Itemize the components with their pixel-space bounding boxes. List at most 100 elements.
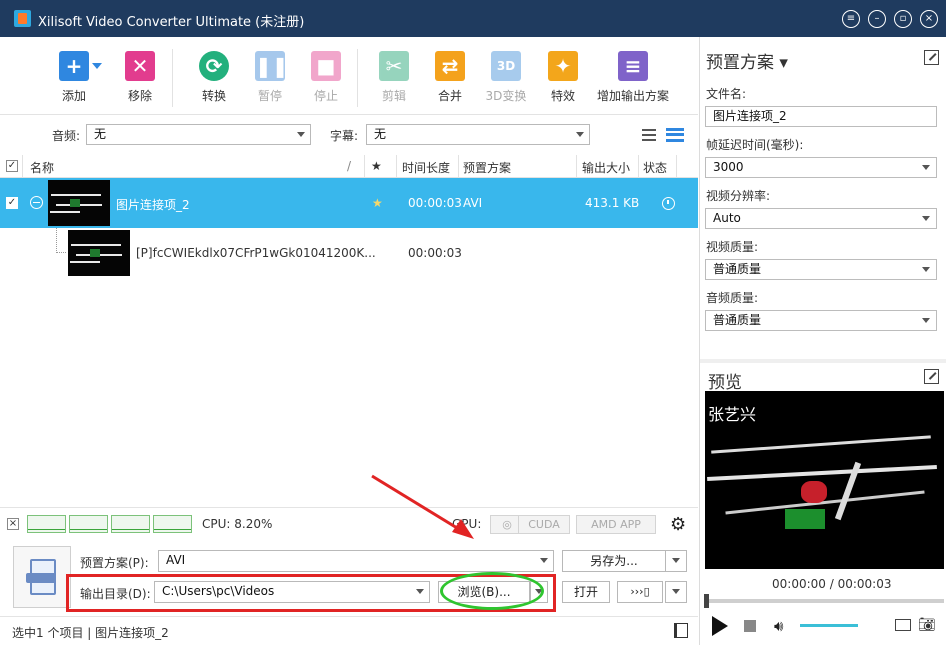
add-button[interactable]: + 添加 [52, 51, 96, 104]
app-logo-icon [14, 10, 31, 27]
resolution-select[interactable]: Auto [705, 208, 937, 229]
expand-icon[interactable] [924, 50, 939, 65]
preview-caption: 张艺兴 [708, 405, 757, 424]
table-row[interactable]: [P]fcCWIEkdlx07CFrP1wGk01041200K... 00:0… [0, 228, 698, 278]
star-icon[interactable]: ★ [372, 196, 383, 210]
convert-icon: ⟳ [199, 51, 229, 81]
gear-icon[interactable]: ⚙ [670, 514, 686, 535]
column-divider [576, 155, 577, 178]
profile-panel-title[interactable]: 预置方案 ▾ [706, 48, 788, 73]
snapshot-folder-icon[interactable] [895, 619, 911, 631]
video-quality-value: 普通质量 [713, 262, 762, 276]
volume-slider[interactable] [800, 624, 858, 627]
save-as-dropdown[interactable] [665, 550, 687, 572]
minimize-icon[interactable]: – [868, 10, 886, 28]
column-size[interactable]: 输出大小 [582, 159, 630, 176]
chevron-down-icon [922, 318, 930, 323]
expand-icon[interactable] [924, 369, 939, 384]
column-divider [396, 155, 397, 178]
row-duration: 00:00:03 [408, 196, 462, 210]
stop-button[interactable]: ■ 停止 [308, 51, 344, 104]
seek-handle[interactable] [704, 594, 709, 608]
row-name: 图片连接项_2 [116, 198, 190, 212]
save-as-button[interactable]: 另存为... [562, 550, 666, 572]
audio-quality-label: 音频质量: [706, 291, 759, 305]
add-profile-button[interactable]: ≡ 增加输出方案 [594, 51, 672, 104]
add-dropdown-icon[interactable] [92, 63, 102, 69]
video-thumbnail [68, 230, 130, 276]
menu-icon[interactable]: ≡ [842, 10, 860, 28]
video-quality-label: 视频质量: [706, 240, 759, 254]
preview-title: 预览 [708, 373, 742, 393]
add-icon: + [59, 51, 89, 81]
effects-button[interactable]: ✦ 特效 [545, 51, 581, 104]
clock-icon [662, 197, 675, 210]
column-divider [676, 155, 677, 178]
collapse-icon[interactable] [30, 196, 43, 209]
convert-button[interactable]: ⟳ 转换 [196, 51, 232, 104]
seek-bar[interactable] [705, 599, 944, 603]
profile-value: AVI [166, 553, 186, 567]
audio-quality-select[interactable]: 普通质量 [705, 310, 937, 331]
toolbar-divider [357, 49, 358, 107]
subtitle-label: 字幕: [330, 129, 359, 143]
cuda-button[interactable]: CUDA [518, 515, 570, 534]
detail-view-icon[interactable] [666, 128, 684, 142]
column-divider [364, 155, 365, 178]
chevron-down-icon [922, 267, 930, 272]
subtitle-select[interactable]: 无 [366, 124, 590, 145]
transfer-device-button[interactable]: ›››▯ [617, 581, 663, 603]
filename-label: 文件名: [706, 87, 747, 101]
column-name[interactable]: 名称 [30, 159, 54, 176]
play-icon[interactable] [712, 616, 728, 636]
audio-value: 无 [94, 127, 107, 141]
gpu-label: GPU: [452, 517, 482, 531]
3d-button[interactable]: 3D 3D变换 [484, 51, 528, 104]
column-duration[interactable]: 时间长度 [402, 159, 450, 176]
select-all-checkbox[interactable]: ✓ [6, 160, 18, 172]
delay-select[interactable]: 3000 [705, 157, 937, 178]
column-divider [22, 155, 23, 178]
list-view-icon[interactable] [642, 129, 656, 141]
pause-label: 暂停 [257, 89, 282, 103]
star-column-icon[interactable]: ★ [371, 159, 382, 173]
remove-button[interactable]: ✕ 移除 [120, 51, 160, 104]
camera-icon[interactable]: 📷︎ [918, 617, 936, 633]
open-button[interactable]: 打开 [562, 581, 610, 603]
resolution-value: Auto [713, 211, 741, 225]
profile-label: 预置方案(P): [80, 556, 149, 570]
edit-name-icon[interactable]: / [347, 159, 351, 173]
log-icon[interactable] [674, 623, 688, 638]
merge-button[interactable]: ⇄ 合并 [432, 51, 468, 104]
profile-select[interactable]: AVI [158, 550, 554, 572]
video-quality-select[interactable]: 普通质量 [705, 259, 937, 280]
delay-value: 3000 [713, 160, 744, 174]
title-bar: Xilisoft Video Converter Ultimate (未注册) … [0, 0, 946, 37]
convert-label: 转换 [201, 89, 226, 103]
stop-label: 停止 [313, 89, 338, 103]
toolbar-divider [172, 49, 173, 107]
stop-icon[interactable] [744, 620, 756, 632]
list-header: ✓ 名称 / ★ 时间长度 预置方案 输出大小 状态 [0, 155, 698, 178]
chevron-down-icon [922, 165, 930, 170]
close-monitor-icon[interactable]: × [7, 518, 19, 530]
chevron-down-icon [576, 132, 584, 137]
3d-label: 3D变换 [485, 89, 527, 103]
clip-button[interactable]: ✂ 剪辑 [376, 51, 412, 104]
transfer-dropdown[interactable] [665, 581, 687, 603]
profile-format-icon [13, 546, 71, 608]
column-status[interactable]: 状态 [643, 159, 667, 176]
amd-app-button[interactable]: AMD APP [576, 515, 656, 534]
audio-quality-value: 普通质量 [713, 313, 762, 327]
table-row[interactable]: ✓ 图片连接项_2 ★ 00:00:03 AVI 413.1 KB [0, 178, 698, 228]
cpu-graph [27, 515, 66, 533]
volume-icon[interactable]: 🔊︎ [774, 617, 783, 635]
pause-button[interactable]: ❚❚ 暂停 [252, 51, 289, 104]
delay-label: 帧延迟时间(毫秒): [706, 138, 804, 152]
audio-select[interactable]: 无 [86, 124, 311, 145]
filename-input[interactable]: 图片连接项_2 [705, 106, 937, 127]
column-profile[interactable]: 预置方案 [463, 159, 511, 176]
close-icon[interactable]: × [920, 10, 938, 28]
row-checkbox[interactable]: ✓ [6, 197, 18, 209]
restore-icon[interactable]: ▫ [894, 10, 912, 28]
